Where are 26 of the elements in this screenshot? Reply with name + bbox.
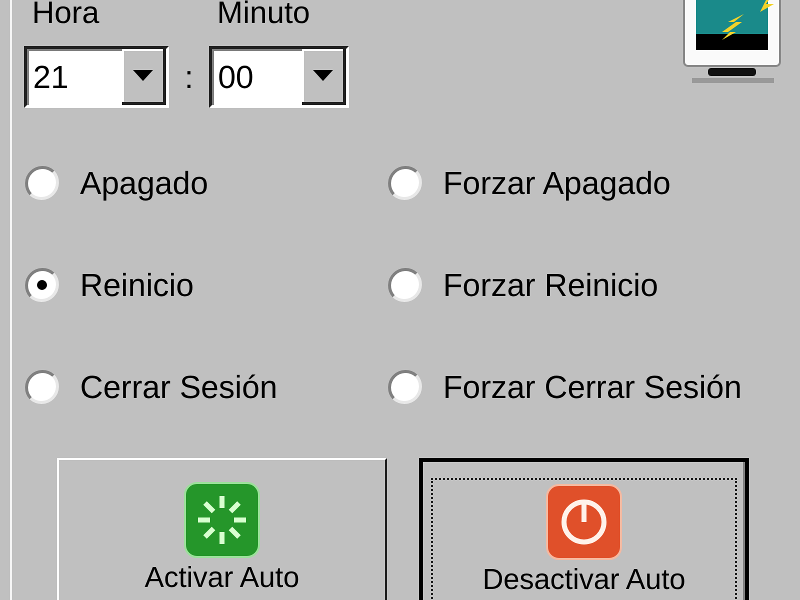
radio-button[interactable] [24, 267, 60, 303]
radio-button[interactable] [387, 267, 423, 303]
radio-option[interactable]: Forzar Apagado [387, 132, 800, 234]
radio-option[interactable]: Forzar Reinicio [387, 234, 800, 336]
radio-option[interactable]: Reinicio [24, 234, 387, 336]
dropdown-arrow-icon [312, 70, 332, 82]
dropdown-arrow-icon [132, 70, 152, 82]
spinner-icon [184, 482, 260, 558]
dropdown-button[interactable] [302, 49, 346, 105]
radio-button[interactable] [24, 369, 60, 405]
radio-option[interactable]: Forzar Cerrar Sesión [387, 336, 800, 438]
radio-button[interactable] [24, 165, 60, 201]
dropdown-button[interactable] [122, 49, 166, 105]
field-label: Minuto [216, 0, 312, 30]
action-button[interactable]: Activar Auto [57, 458, 387, 600]
radio-option[interactable]: Cerrar Sesión [24, 336, 387, 438]
time-separator: : [184, 58, 194, 97]
monitor-icon [682, 0, 782, 86]
minute-dropdown[interactable]: 00 [209, 46, 349, 108]
action-button[interactable]: Desactivar Auto [419, 458, 749, 600]
power-icon [546, 484, 622, 560]
radio-option[interactable]: Apagado [24, 132, 387, 234]
radio-button[interactable] [387, 369, 423, 405]
hour-dropdown[interactable]: 21 [24, 46, 169, 108]
radio-button[interactable] [387, 165, 423, 201]
field-label: Hora [31, 0, 100, 30]
